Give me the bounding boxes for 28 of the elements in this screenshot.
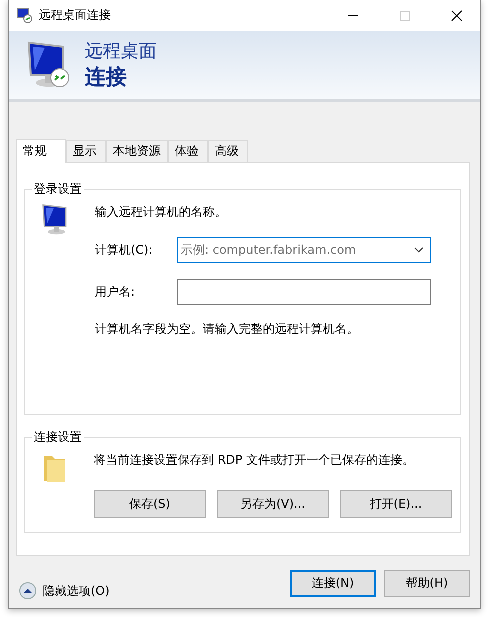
dialog-button[interactable]: 连接(N) [290, 570, 376, 596]
hide-options-button[interactable]: 隐藏选项(O) [19, 582, 110, 600]
prompt-text: 输入远程计算机的名称。 [95, 204, 228, 221]
group-title: 登录设置 [33, 181, 83, 198]
description-text: 将当前连接设置保存到 RDP 文件或打开一个已保存的连接。 [94, 452, 416, 469]
tab[interactable]: 高级 [208, 140, 248, 162]
field-label: 用户名: [95, 284, 136, 300]
computer-combo-box[interactable]: 示例: computer.fabrikam.com [177, 237, 431, 263]
banner-subtitle: 连接 [85, 64, 128, 90]
username-field[interactable] [177, 279, 431, 305]
monitor-icon [17, 8, 33, 24]
hint-text: 计算机名字段为空。请输入完整的远程计算机名。 [95, 321, 360, 338]
close-icon[interactable] [451, 10, 463, 22]
window-title: 远程桌面连接 [39, 7, 112, 24]
tab[interactable]: 体验 [168, 140, 208, 162]
tab[interactable]: 常规 [16, 139, 66, 163]
field-label: 计算机(C): [95, 242, 154, 258]
action-button[interactable]: 打开(E)... [340, 490, 452, 518]
banner-title: 远程桌面 [85, 40, 157, 64]
action-button[interactable]: 另存为(V)... [217, 490, 329, 518]
action-button[interactable]: 保存(S) [94, 490, 206, 518]
chevron-down-icon[interactable] [414, 247, 424, 253]
dialog-button[interactable]: 帮助(H) [384, 570, 470, 596]
monitor-icon [25, 41, 71, 89]
chevron-up-icon [19, 582, 37, 600]
tab[interactable]: 显示 [66, 140, 106, 162]
group-title: 连接设置 [33, 429, 83, 446]
tab[interactable]: 本地资源 [106, 140, 168, 162]
